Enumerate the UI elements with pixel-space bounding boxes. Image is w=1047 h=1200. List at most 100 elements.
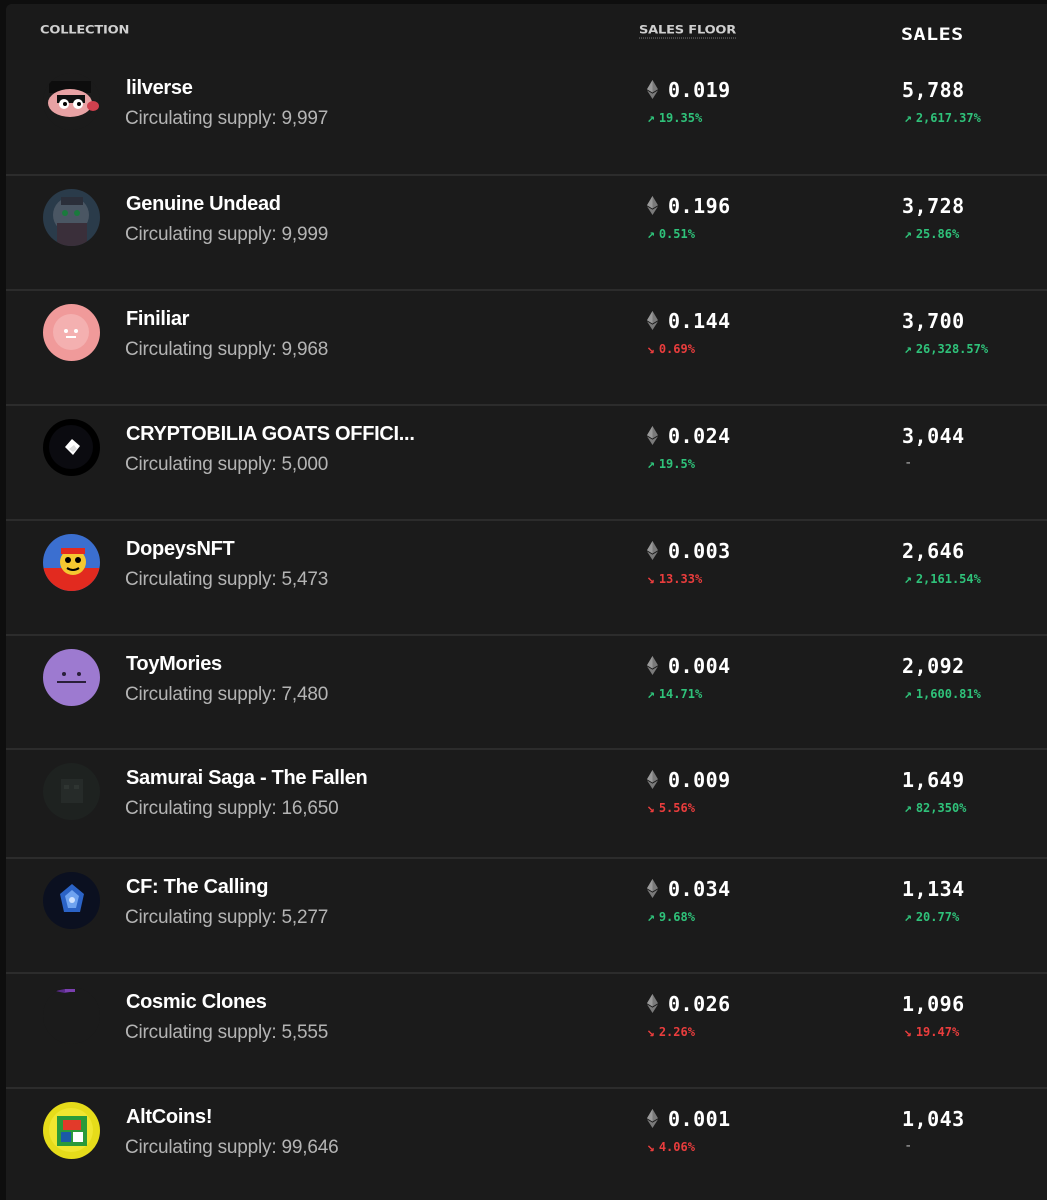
arrow-up-right-icon: ↗ bbox=[904, 227, 912, 242]
collection-name[interactable]: Samurai Saga - The Fallen bbox=[126, 767, 368, 790]
sales-change-value: 25.86% bbox=[915, 227, 960, 241]
sales-change-value: 19.47% bbox=[915, 1025, 960, 1039]
table-row[interactable]: ToyMories Circulating supply: 7,480 0.004 ↗… bbox=[6, 634, 1047, 748]
sales-change: ↗ 26,328.57% bbox=[904, 342, 988, 357]
arrow-up-right-icon: ↗ bbox=[647, 111, 655, 126]
ethereum-icon bbox=[647, 994, 658, 1013]
sales-floor-price: 0.003 bbox=[668, 539, 731, 563]
table-row[interactable]: AltCoins! Circulating supply: 99,646 0.001… bbox=[6, 1087, 1047, 1200]
circulating-supply: Circulating supply: 9,997 bbox=[125, 108, 329, 129]
table-row[interactable]: CRYPTOBILIA GOATS OFFICI... Circulating s… bbox=[6, 404, 1047, 519]
table-row[interactable]: Genuine Undead Circulating supply: 9,999 0… bbox=[6, 174, 1047, 289]
dopeysnft-avatar-icon bbox=[43, 534, 100, 591]
table-row[interactable]: Cosmic Clones Circulating supply: 5,555 0.… bbox=[6, 972, 1047, 1087]
circulating-supply: Circulating supply: 99,646 bbox=[125, 1137, 339, 1158]
sales-count: 1,134 bbox=[902, 877, 965, 901]
finiliar-avatar-icon bbox=[43, 304, 100, 361]
table-row[interactable]: DopeysNFT Circulating supply: 5,473 0.003 ↘… bbox=[6, 519, 1047, 634]
circulating-supply: Circulating supply: 5,277 bbox=[125, 907, 329, 928]
floor-change: ↘ 2.26% bbox=[647, 1025, 695, 1040]
collection-name[interactable]: lilverse bbox=[126, 77, 193, 100]
arrow-up-right-icon: ↗ bbox=[904, 687, 912, 702]
ethereum-icon bbox=[647, 196, 658, 215]
sales-floor-price: 0.144 bbox=[668, 309, 731, 333]
sales-change-value: - bbox=[904, 1138, 913, 1154]
collection-name[interactable]: CRYPTOBILIA GOATS OFFICI... bbox=[126, 423, 415, 446]
collection-name[interactable]: ToyMories bbox=[126, 653, 222, 676]
column-header-collection[interactable]: COLLECTION bbox=[40, 24, 129, 37]
table-row[interactable]: CF: The Calling Circulating supply: 5,277… bbox=[6, 857, 1047, 972]
floor-change-value: 5.56% bbox=[658, 801, 695, 815]
sales-floor-price: 0.196 bbox=[668, 194, 731, 218]
sales-change: ↗ 25.86% bbox=[904, 227, 959, 242]
circulating-supply: Circulating supply: 9,999 bbox=[125, 224, 329, 245]
sales-floor-price: 0.019 bbox=[668, 78, 731, 102]
column-header-sales-floor[interactable]: SALES FLOOR bbox=[639, 24, 736, 39]
collection-name[interactable]: CF: The Calling bbox=[126, 876, 268, 899]
circulating-supply: Circulating supply: 9,968 bbox=[125, 339, 329, 360]
column-header-sales[interactable]: SALES bbox=[901, 24, 964, 44]
table-row[interactable]: Samurai Saga - The Fallen Circulating sup… bbox=[6, 748, 1047, 857]
collection-name[interactable]: AltCoins! bbox=[126, 1106, 212, 1129]
sales-floor-price: 0.024 bbox=[668, 424, 731, 448]
collection-name[interactable]: DopeysNFT bbox=[126, 538, 235, 561]
genuine-undead-avatar-icon bbox=[43, 189, 100, 246]
arrow-down-right-icon: ↘ bbox=[647, 1140, 655, 1155]
floor-change-value: 0.69% bbox=[658, 342, 695, 356]
floor-change: ↗ 14.71% bbox=[647, 687, 702, 702]
ethereum-icon bbox=[647, 656, 658, 675]
floor-change: ↘ 4.06% bbox=[647, 1140, 695, 1155]
sales-change-value: - bbox=[904, 455, 913, 471]
cosmic-clones-avatar-icon bbox=[43, 987, 100, 1044]
sales-change-value: 20.77% bbox=[915, 910, 960, 924]
sales-change: ↗ 1,600.81% bbox=[904, 687, 981, 702]
cryptobilia-goats-avatar-icon bbox=[43, 419, 100, 476]
floor-change: ↘ 0.69% bbox=[647, 342, 695, 357]
cf-the-calling-avatar-icon bbox=[43, 872, 100, 929]
sales-change-value: 1,600.81% bbox=[915, 687, 981, 701]
arrow-down-right-icon: ↘ bbox=[904, 1025, 912, 1040]
sales-change: ↗ 2,617.37% bbox=[904, 111, 981, 126]
ethereum-icon bbox=[647, 80, 658, 99]
floor-change: ↗ 0.51% bbox=[647, 227, 695, 242]
floor-change-value: 2.26% bbox=[658, 1025, 695, 1039]
floor-change-value: 14.71% bbox=[658, 687, 703, 701]
sales-floor-price: 0.004 bbox=[668, 654, 731, 678]
collections-table: COLLECTION SALES FLOOR SALES lilverse Cir… bbox=[6, 4, 1047, 1200]
sales-floor-price: 0.001 bbox=[668, 1107, 731, 1131]
floor-change: ↘ 5.56% bbox=[647, 801, 695, 816]
table-row[interactable]: Finiliar Circulating supply: 9,968 0.144 ↘ 0… bbox=[6, 289, 1047, 404]
toymories-avatar-icon bbox=[43, 649, 100, 706]
floor-change: ↗ 9.68% bbox=[647, 910, 695, 925]
arrow-up-right-icon: ↗ bbox=[904, 910, 912, 925]
sales-change: ↗ 2,161.54% bbox=[904, 572, 981, 587]
sales-count: 3,700 bbox=[902, 309, 965, 333]
ethereum-icon bbox=[647, 426, 658, 445]
arrow-down-right-icon: ↘ bbox=[647, 801, 655, 816]
collection-name[interactable]: Genuine Undead bbox=[126, 193, 281, 216]
arrow-up-right-icon: ↗ bbox=[647, 457, 655, 472]
sales-count: 5,788 bbox=[902, 78, 965, 102]
circulating-supply: Circulating supply: 5,473 bbox=[125, 569, 329, 590]
circulating-supply: Circulating supply: 5,555 bbox=[125, 1022, 329, 1043]
ethereum-icon bbox=[647, 311, 658, 330]
sales-change: ↗ 20.77% bbox=[904, 910, 959, 925]
lilverse-avatar-icon bbox=[43, 73, 100, 130]
sales-count: 1,096 bbox=[902, 992, 965, 1016]
floor-change: ↗ 19.35% bbox=[647, 111, 702, 126]
sales-change-value: 2,161.54% bbox=[915, 572, 981, 586]
table-row[interactable]: lilverse Circulating supply: 9,997 0.019 ↗ 1… bbox=[6, 60, 1047, 174]
sales-change: ↘ 19.47% bbox=[904, 1025, 959, 1040]
arrow-up-right-icon: ↗ bbox=[647, 687, 655, 702]
sales-count: 1,649 bbox=[902, 768, 965, 792]
circulating-supply: Circulating supply: 5,000 bbox=[125, 454, 329, 475]
sales-count: 2,092 bbox=[902, 654, 965, 678]
floor-change-value: 9.68% bbox=[658, 910, 695, 924]
ethereum-icon bbox=[647, 541, 658, 560]
collection-name[interactable]: Cosmic Clones bbox=[126, 991, 267, 1014]
arrow-up-right-icon: ↗ bbox=[647, 227, 655, 242]
table-header: COLLECTION SALES FLOOR SALES bbox=[6, 4, 1047, 60]
circulating-supply: Circulating supply: 16,650 bbox=[125, 798, 339, 819]
collection-name[interactable]: Finiliar bbox=[126, 308, 189, 331]
floor-change: ↗ 19.5% bbox=[647, 457, 695, 472]
